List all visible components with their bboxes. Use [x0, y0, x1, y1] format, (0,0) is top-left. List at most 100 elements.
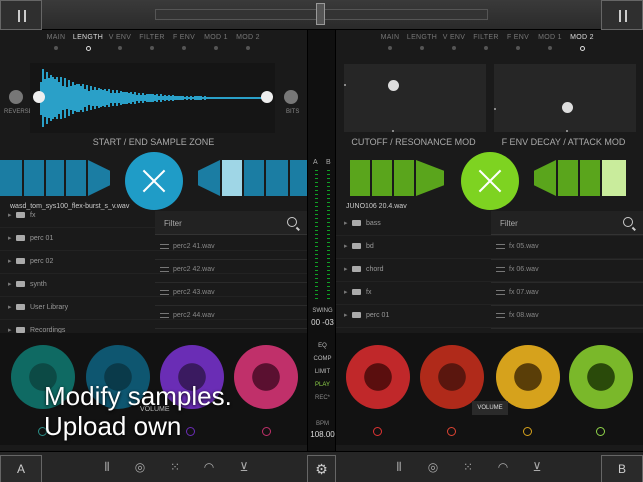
chevron-right-icon: ▸ — [344, 289, 348, 296]
download-icon[interactable]: ⊻ — [237, 460, 251, 474]
folder-item[interactable]: ▸ fx — [344, 288, 371, 300]
deck-b-filter-input[interactable]: Filter — [491, 211, 643, 235]
file-item[interactable]: fx 05.wav — [496, 243, 539, 250]
cutoff-resonance-pad[interactable] — [344, 64, 486, 132]
comp-button[interactable]: COMP — [308, 356, 337, 362]
fx-segment[interactable] — [198, 160, 220, 196]
fx-segment[interactable] — [266, 160, 288, 196]
folder-item[interactable]: ▸ chord — [344, 265, 384, 277]
file-item[interactable]: fx 06.wav — [496, 266, 539, 273]
fx-segment[interactable] — [88, 160, 110, 196]
file-item[interactable]: perc2 43.wav — [160, 289, 215, 296]
audio-file-icon — [496, 289, 505, 295]
limit-button[interactable]: LIMIT — [308, 369, 337, 375]
file-item[interactable]: fx 08.wav — [496, 312, 539, 319]
download-icon[interactable]: ⊻ — [530, 460, 544, 474]
deck-a-filter-input[interactable]: Filter — [155, 211, 307, 235]
disc-icon[interactable]: ◎ — [133, 460, 147, 474]
meter-b — [327, 170, 330, 300]
pause-right-button[interactable] — [601, 0, 643, 30]
folder-item[interactable]: ▸ bd — [344, 242, 374, 254]
pad-3-indicator — [523, 427, 532, 436]
folder-item[interactable]: ▸ bass — [344, 219, 381, 231]
bpm-value[interactable]: 108.00 — [308, 430, 337, 439]
deck-b-fx-close-icon[interactable] — [461, 152, 519, 210]
pad-3[interactable] — [496, 345, 560, 409]
deck-b-button[interactable]: B — [601, 455, 643, 482]
cutoff-resonance-handle[interactable] — [388, 80, 399, 91]
pause-left-button[interactable] — [0, 0, 42, 30]
sample-start-handle[interactable] — [33, 91, 45, 103]
divider — [155, 259, 307, 260]
pad-4[interactable] — [569, 345, 633, 409]
tab-mod-2[interactable]: MOD 2 — [562, 34, 602, 51]
fx-segment[interactable] — [46, 160, 64, 196]
waveform-icon[interactable]: ⦀ — [100, 460, 114, 474]
pad-4[interactable] — [234, 345, 298, 409]
pad-1[interactable] — [346, 345, 410, 409]
fx-segment[interactable] — [416, 160, 444, 196]
waveform-display[interactable] — [30, 63, 275, 133]
search-icon[interactable] — [623, 217, 633, 227]
waveform-icon[interactable]: ⦀ — [392, 460, 406, 474]
grid-icon[interactable]: ⁙ — [168, 460, 182, 474]
center-mixer: A B SWING 00 -03 EQ COMP LIMIT PLAY REC*… — [307, 30, 336, 451]
tab-label: MOD 1 — [538, 34, 562, 41]
deck-a-button[interactable]: A — [0, 455, 42, 482]
reverse-icon[interactable] — [9, 90, 23, 104]
crossfader-handle[interactable] — [316, 3, 325, 25]
file-label: perc2 42.wav — [173, 266, 215, 273]
file-item[interactable]: perc2 42.wav — [160, 266, 215, 273]
tab-mod-2[interactable]: MOD 2 — [228, 34, 268, 50]
deck-a-tabs: MAIN LENGTH V ENV FILTER F ENV MOD 1 MOD 2 — [0, 34, 307, 58]
fx-segment[interactable] — [290, 160, 307, 196]
folder-item[interactable]: ▸ fx — [8, 211, 35, 223]
fx-segment[interactable] — [0, 160, 22, 196]
sample-end-handle[interactable] — [261, 91, 273, 103]
play-button[interactable]: PLAY — [308, 382, 337, 388]
bits-icon[interactable] — [284, 90, 298, 104]
fx-segment[interactable] — [222, 160, 242, 196]
divider — [0, 250, 307, 251]
fx-segment[interactable] — [394, 160, 414, 196]
meter-icon[interactable]: ◠ — [496, 460, 510, 474]
f-env-decay-attack-pad[interactable] — [494, 64, 636, 132]
deck-a-fx-close-icon[interactable] — [125, 152, 183, 210]
folder-item[interactable]: ▸ perc 01 — [344, 311, 389, 323]
file-item[interactable]: perc2 44.wav — [160, 312, 215, 319]
swing-value[interactable]: 00 -03 — [308, 318, 337, 327]
deck-b-fx-bars[interactable] — [336, 152, 643, 210]
pad-2[interactable] — [420, 345, 484, 409]
tab-indicator-icon — [118, 46, 122, 50]
f-env-decay-attack-handle[interactable] — [562, 102, 573, 113]
meter-icon[interactable]: ◠ — [202, 460, 216, 474]
sample-zone-label: START / END SAMPLE ZONE — [92, 137, 215, 147]
file-item[interactable]: perc2 41.wav — [160, 243, 215, 250]
fx-segment[interactable] — [558, 160, 578, 196]
fx-segment[interactable] — [580, 160, 600, 196]
search-icon[interactable] — [287, 217, 297, 227]
fx-segment[interactable] — [534, 160, 556, 196]
grid-icon[interactable]: ⁙ — [461, 460, 475, 474]
settings-gear-icon[interactable]: ⚙ — [307, 455, 336, 482]
folder-item[interactable]: ▸ synth — [8, 280, 47, 292]
rec-button[interactable]: REC* — [308, 395, 337, 401]
deck-a-fx-bars[interactable] — [0, 152, 307, 210]
chevron-right-icon: ▸ — [8, 281, 12, 288]
disc-icon[interactable]: ◎ — [426, 460, 440, 474]
folder-item[interactable]: ▸ User Library — [8, 303, 68, 315]
fx-segment[interactable] — [66, 160, 86, 196]
tab-indicator-icon — [452, 46, 456, 50]
fx-segment[interactable] — [602, 160, 626, 196]
file-item[interactable]: fx 07.wav — [496, 289, 539, 296]
fx-segment[interactable] — [24, 160, 44, 196]
eq-button[interactable]: EQ — [308, 343, 337, 349]
fx-segment[interactable] — [350, 160, 370, 196]
tab-label: FILTER — [139, 34, 165, 41]
folder-item[interactable]: ▸ perc 02 — [8, 257, 53, 269]
fx-segment[interactable] — [244, 160, 264, 196]
folder-item[interactable]: ▸ perc 01 — [8, 234, 53, 246]
fx-segment[interactable] — [372, 160, 392, 196]
pad-1-indicator — [373, 427, 382, 436]
folder-icon — [16, 281, 25, 288]
